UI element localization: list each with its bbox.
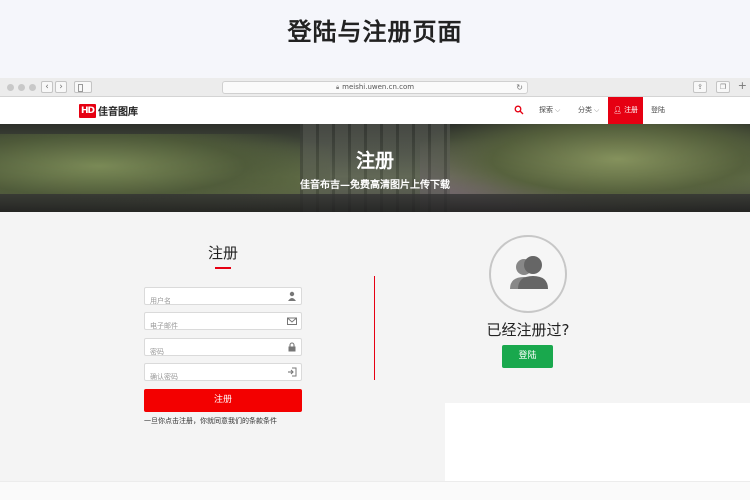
password-field[interactable] xyxy=(144,338,302,360)
back-icon[interactable]: ‹ xyxy=(41,81,53,93)
register-form-title: 注册 xyxy=(207,244,238,262)
reload-icon[interactable]: ↻ xyxy=(516,82,523,93)
tabs-overview-icon[interactable]: ❐ xyxy=(716,81,730,93)
hero-title: 注册 xyxy=(355,150,394,172)
close-window-dot[interactable] xyxy=(7,84,14,91)
terms-notice: 一旦你点击注册，你就同意我们的条款条件 xyxy=(144,417,277,425)
username-field[interactable] xyxy=(144,287,302,309)
register-submit-button[interactable]: 注册 xyxy=(144,389,302,412)
blank-panel xyxy=(445,403,750,481)
logo-text: 佳音图库 xyxy=(98,107,138,118)
nav-category-label: 分类 xyxy=(578,106,592,114)
chevron-down-icon: ⌵ xyxy=(555,106,561,114)
user-icon: 👤︎ xyxy=(612,106,622,114)
envelope-icon xyxy=(287,317,297,325)
nav-register-label: 注册 xyxy=(624,106,639,114)
nav-category[interactable]: 分类 ⌵ xyxy=(578,97,599,124)
confirm-password-field[interactable] xyxy=(144,363,302,385)
vertical-divider xyxy=(374,276,375,380)
nav-explore[interactable]: 探索 ⌵ xyxy=(539,97,560,124)
hero-railing xyxy=(0,194,750,212)
sidebar-toggle-icon[interactable] xyxy=(74,81,92,93)
address-bar[interactable]: 🔒︎ meishi.uwen.cn.com ↻ xyxy=(222,81,528,94)
website-viewport: HD 佳音图库 探索 ⌵ 分类 ⌵ 👤︎ 注册 登陆 注册 佳音布吉—免费高清图片上… xyxy=(0,97,750,500)
logo-mark: HD xyxy=(79,103,96,118)
search-icon[interactable] xyxy=(514,105,524,115)
nav-login-link[interactable]: 登陆 xyxy=(651,97,665,124)
login-button[interactable]: 登陆 xyxy=(502,345,553,368)
minimize-window-dot[interactable] xyxy=(18,84,25,91)
lock-icon xyxy=(288,342,296,352)
hero-banner: 注册 佳音布吉—免费高清图片上传下载 xyxy=(0,124,750,212)
site-logo[interactable]: HD 佳音图库 xyxy=(79,103,138,118)
forward-icon[interactable]: › xyxy=(55,81,67,93)
page-heading: 登陆与注册页面 xyxy=(287,18,463,46)
site-navbar: HD 佳音图库 探索 ⌵ 分类 ⌵ 👤︎ 注册 登陆 xyxy=(0,97,750,124)
avatar xyxy=(489,235,567,313)
title-underline xyxy=(215,267,231,269)
nav-register-button[interactable]: 👤︎ 注册 xyxy=(608,97,643,124)
url-text: meishi.uwen.cn.com xyxy=(342,83,415,91)
sign-in-icon xyxy=(288,367,297,377)
hero-subtitle: 佳音布吉—免费高清图片上传下载 xyxy=(300,180,450,191)
lock-icon: 🔒︎ xyxy=(335,84,340,91)
chevron-down-icon: ⌵ xyxy=(594,106,600,114)
nav-explore-label: 探索 xyxy=(539,106,553,114)
footer-band xyxy=(0,481,750,500)
browser-toolbar: ‹ › 🔒︎ meishi.uwen.cn.com ↻ ⇪ ❐ + xyxy=(0,78,750,97)
username-input[interactable] xyxy=(145,293,275,309)
share-icon[interactable]: ⇪ xyxy=(693,81,707,93)
users-icon xyxy=(510,256,548,289)
password-input[interactable] xyxy=(145,344,275,360)
email-field[interactable] xyxy=(144,312,302,334)
new-tab-icon[interactable]: + xyxy=(738,80,747,92)
already-registered-text: 已经注册过? xyxy=(486,321,570,339)
confirm-password-input[interactable] xyxy=(145,369,275,385)
user-icon xyxy=(288,291,296,301)
email-input[interactable] xyxy=(145,318,275,334)
zoom-window-dot[interactable] xyxy=(29,84,36,91)
